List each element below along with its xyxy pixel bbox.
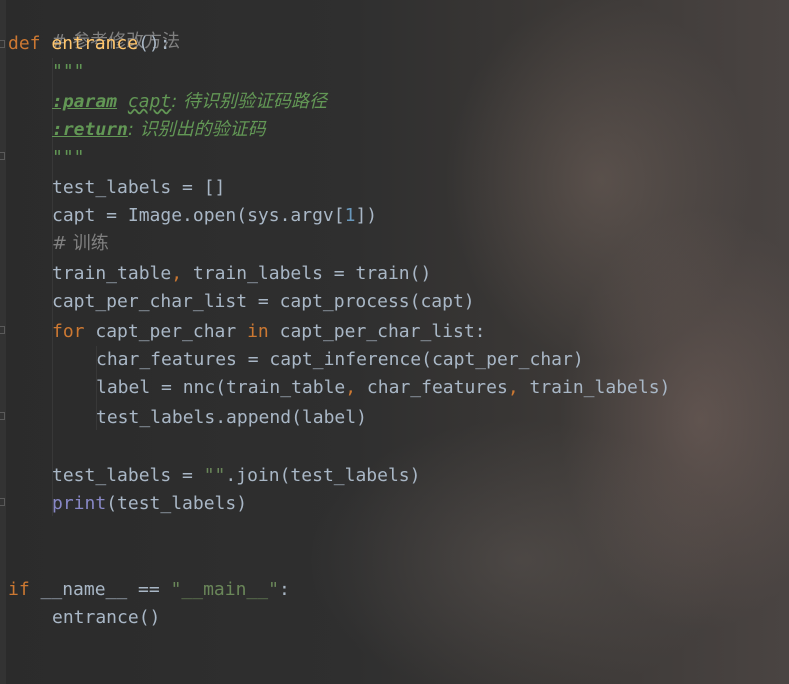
code-line[interactable]: # 训练	[52, 230, 109, 258]
code-text: test_labels.append(label)	[96, 407, 367, 428]
docstring-quote: """	[52, 61, 85, 82]
fold-marker-icon[interactable]	[0, 498, 5, 506]
code-line[interactable]: capt = Image.open(sys.argv[1])	[52, 202, 377, 230]
fold-marker-icon[interactable]	[0, 152, 5, 160]
code-line[interactable]: capt_per_char_list = capt_process(capt)	[52, 288, 475, 316]
number-literal: 1	[344, 205, 356, 226]
builtin-print: print	[52, 493, 107, 514]
code-text: capt_per_char_list = capt_process(capt)	[52, 291, 475, 312]
comma: ,	[345, 377, 357, 398]
docstring-param: capt	[127, 91, 172, 112]
code-text: entrance()	[52, 607, 161, 628]
code-text: char_features	[356, 377, 508, 398]
keyword-if: if	[8, 579, 30, 600]
keyword-def: def	[8, 33, 41, 54]
code-line[interactable]: # 参考修改方法	[8, 0, 180, 52]
code-line[interactable]: :return: 识别出的验证码	[52, 116, 266, 144]
code-line[interactable]: train_table, train_labels = train()	[52, 260, 431, 288]
docstring-text: : 识别出的验证码	[127, 119, 266, 140]
code-line[interactable]: """	[52, 58, 85, 86]
code-editor[interactable]: # 参考修改方法 def entrance(): """ :param capt…	[0, 0, 789, 684]
code-text: char_features = capt_inference(capt_per_…	[96, 349, 584, 370]
code-text: :	[278, 579, 290, 600]
string-literal: "__main__"	[170, 579, 279, 600]
code-text: capt_per_char_list:	[268, 321, 486, 342]
keyword-in: in	[247, 321, 269, 342]
code-text: __name__ ==	[29, 579, 171, 600]
code-text: label = nnc(train_table	[96, 377, 346, 398]
code-line[interactable]: char_features = capt_inference(capt_per_…	[96, 346, 584, 374]
docstring-tag: :param	[52, 91, 118, 112]
code-text: train_labels)	[518, 377, 671, 398]
code-text: ():	[138, 33, 171, 54]
docstring-quote: """	[52, 147, 85, 168]
code-line[interactable]: :param capt: 待识别验证码路径	[52, 88, 327, 116]
code-text: train_labels = train()	[182, 263, 432, 284]
code-line[interactable]: test_labels = "".join(test_labels)	[52, 462, 420, 490]
code-text: train_table	[52, 263, 172, 284]
string-literal: ""	[203, 465, 226, 486]
keyword-for: for	[52, 321, 85, 342]
comma: ,	[171, 263, 183, 284]
code-text: .join(test_labels)	[225, 465, 421, 486]
code-line[interactable]: """	[52, 144, 85, 172]
code-text: test_labels =	[52, 465, 204, 486]
code-text: capt = Image.open(sys.argv[	[52, 205, 345, 226]
code-text: (test_labels)	[106, 493, 248, 514]
fold-marker-icon[interactable]	[0, 326, 5, 334]
comma: ,	[507, 377, 519, 398]
docstring-text: : 待识别验证码路径	[171, 91, 328, 112]
code-text: ])	[355, 205, 378, 226]
code-line[interactable]: test_labels = []	[52, 174, 225, 202]
docstring-tag: :return	[52, 119, 128, 140]
code-line[interactable]: def entrance():	[8, 30, 171, 58]
code-line[interactable]: if __name__ == "__main__":	[8, 576, 290, 604]
code-text: test_labels = []	[52, 177, 226, 198]
comment: # 训练	[52, 233, 109, 254]
function-name: entrance	[51, 33, 139, 54]
code-line[interactable]: print(test_labels)	[52, 490, 247, 518]
fold-marker-icon[interactable]	[0, 412, 5, 420]
code-line[interactable]: for capt_per_char in capt_per_char_list:	[52, 318, 486, 346]
fold-marker-icon[interactable]	[0, 40, 5, 48]
code-line[interactable]: entrance()	[52, 604, 160, 632]
editor-gutter	[0, 0, 6, 684]
code-text: capt_per_char	[84, 321, 248, 342]
code-line[interactable]: test_labels.append(label)	[96, 404, 367, 432]
code-line[interactable]: label = nnc(train_table, char_features, …	[96, 374, 670, 402]
